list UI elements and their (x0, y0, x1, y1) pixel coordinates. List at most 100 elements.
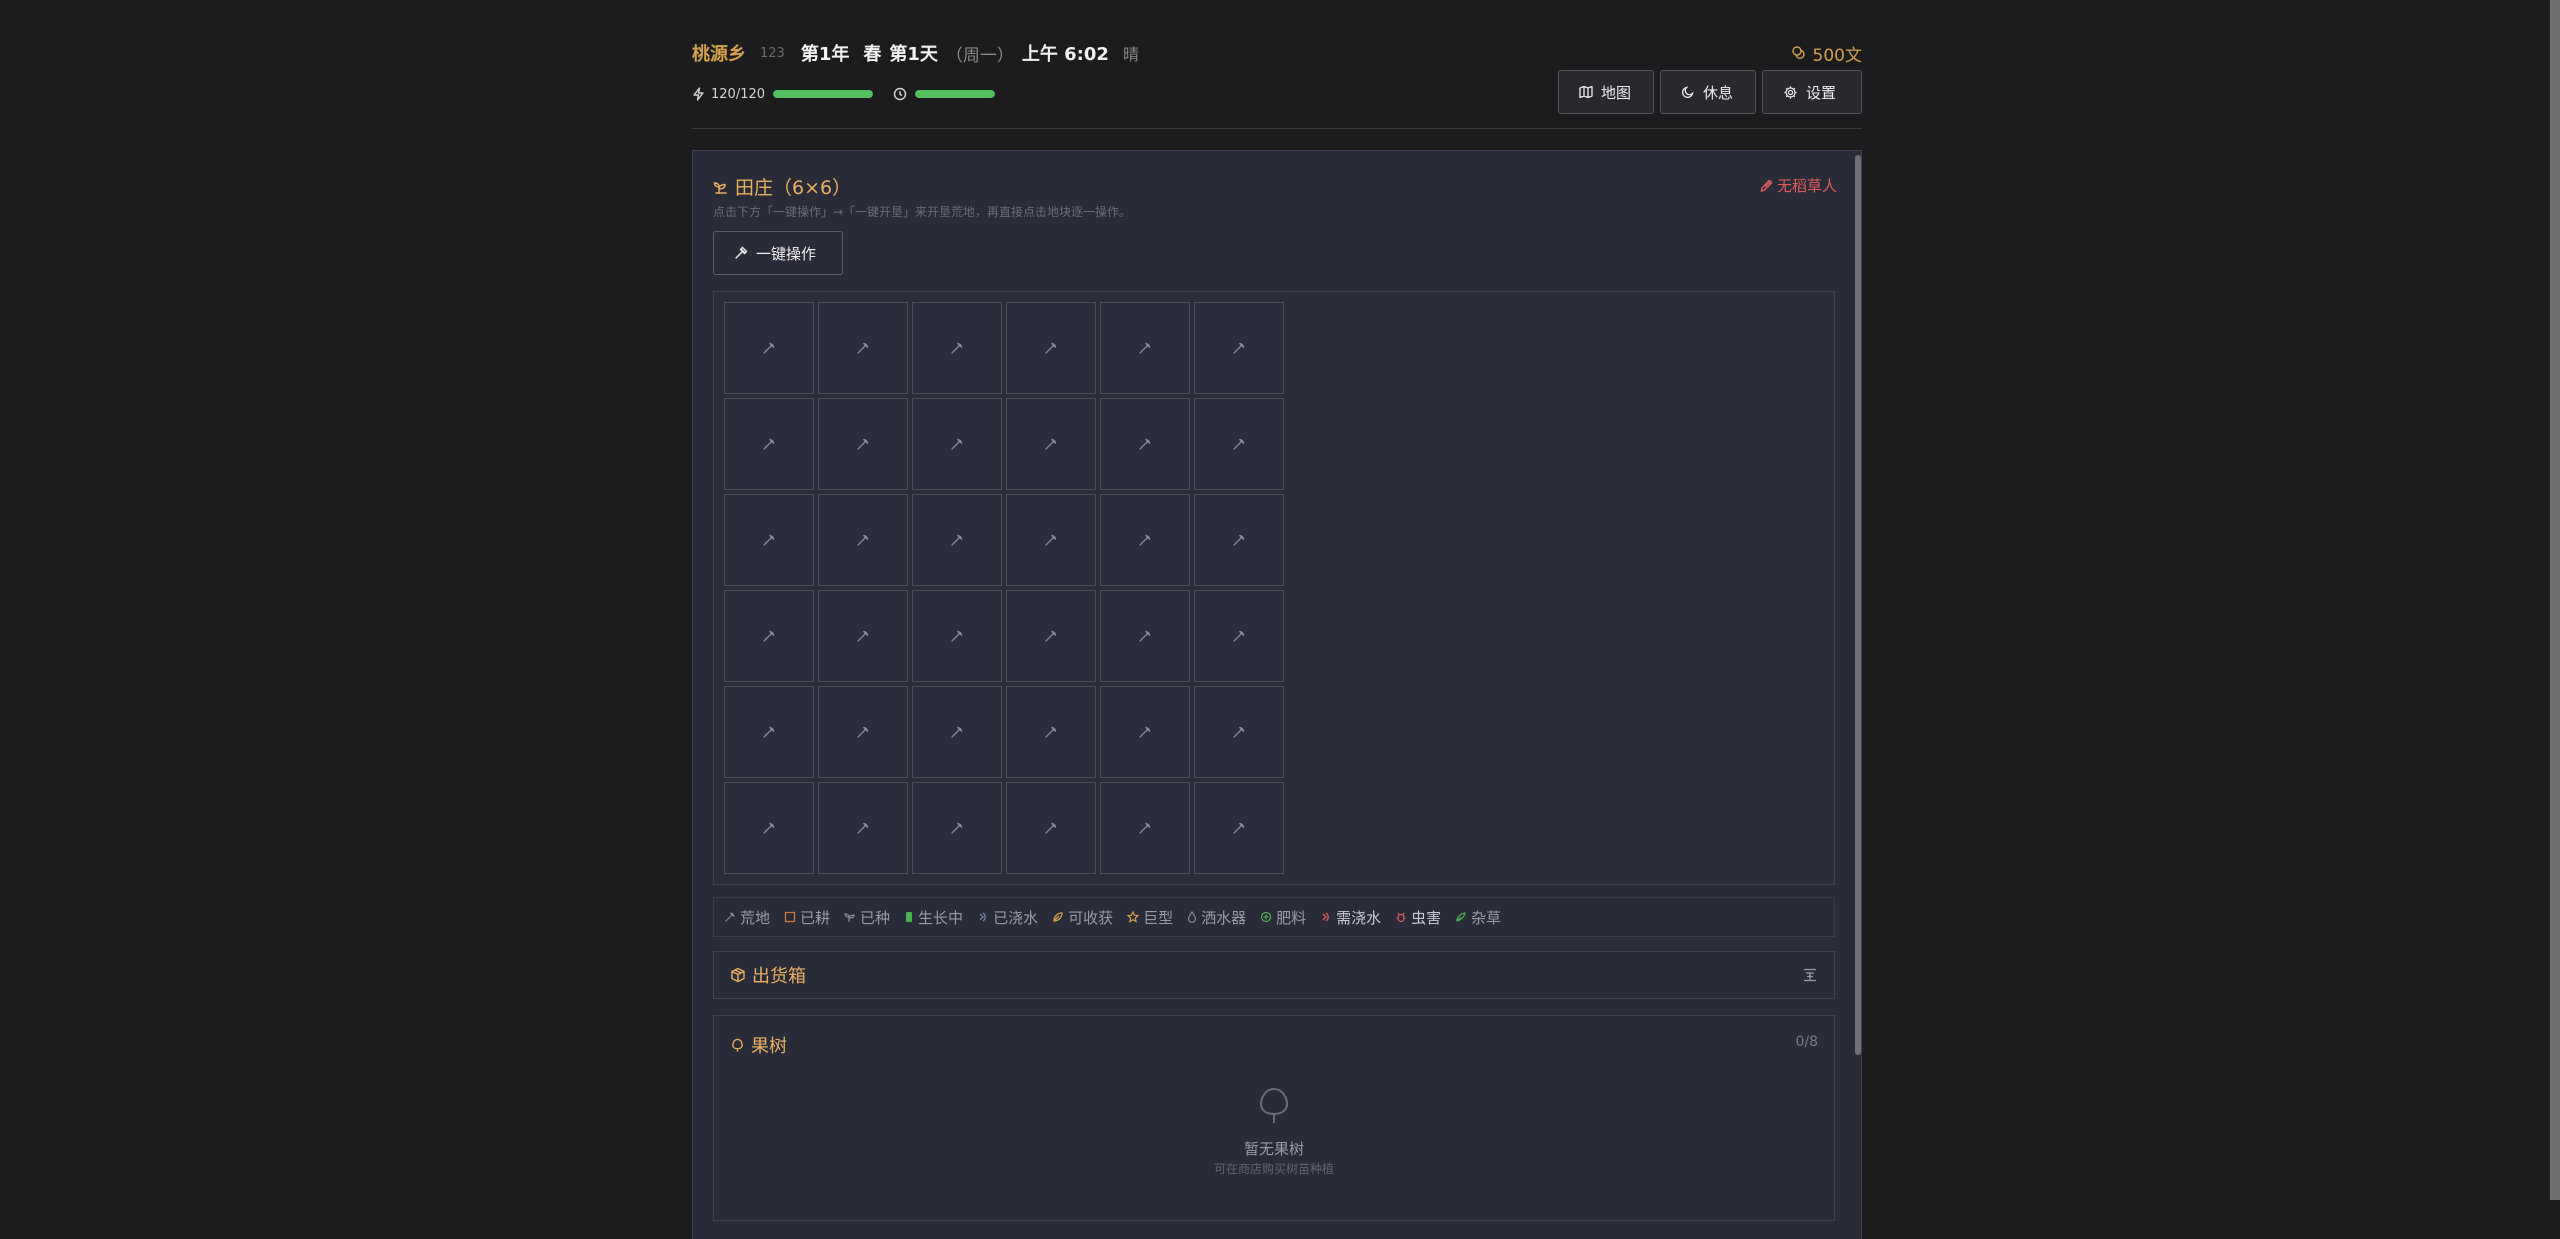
hoe-icon (762, 533, 776, 547)
farm-plot[interactable] (1006, 494, 1096, 586)
page-scrollbar[interactable] (2550, 0, 2560, 1200)
farm-plot[interactable] (724, 590, 814, 682)
settings-button-label: 设置 (1806, 83, 1837, 102)
hoe-icon (950, 533, 964, 547)
growing-icon (904, 911, 914, 923)
fruit-trees-count: 0/8 (1795, 1034, 1818, 1050)
farm-plot[interactable] (818, 686, 908, 778)
farm-plot[interactable] (818, 398, 908, 490)
year-label: 第1年 (800, 44, 850, 65)
hoe-icon (1138, 533, 1152, 547)
hoe-icon (1044, 629, 1058, 643)
hoe-icon (950, 821, 964, 835)
farm-plot[interactable] (724, 782, 814, 874)
farm-plot[interactable] (912, 398, 1002, 490)
legend-label: 需浇水 (1336, 908, 1382, 927)
farm-plot[interactable] (912, 302, 1002, 394)
rest-button[interactable]: 休息 (1660, 70, 1756, 114)
energy-bar (773, 90, 874, 98)
legend-item: 荒地 (724, 907, 770, 928)
hoe-icon (1044, 533, 1058, 547)
farm-plot[interactable] (1006, 590, 1096, 682)
fruit-trees-section: 果树 0/8 暂无果树 可在商店购买树苗种植 (713, 1015, 1835, 1221)
tree-empty-icon (1255, 1086, 1293, 1126)
hoe-icon (1232, 629, 1246, 643)
farm-plot[interactable] (818, 782, 908, 874)
legend-item: 杂草 (1455, 907, 1501, 928)
farm-hint: 点击下方「一键操作」→「一键开垦」来开垦荒地，再直接点击地块逐一操作。 (713, 205, 1132, 219)
legend-label: 洒水器 (1201, 908, 1247, 927)
legend-label: 虫害 (1411, 908, 1442, 927)
farm-plot[interactable] (1194, 782, 1284, 874)
farm-plot[interactable] (1100, 590, 1190, 682)
energy-value: 120/120 (711, 86, 766, 102)
legend-item: 虫害 (1395, 907, 1441, 928)
one-click-action-button[interactable]: 一键操作 (713, 231, 843, 275)
scarecrow-warning-text: 无稻草人 (1776, 177, 1837, 195)
farm-plot[interactable] (1006, 686, 1096, 778)
warning-tag-icon (1759, 179, 1773, 193)
weekday-label: （周一） (945, 45, 1014, 66)
settings-button[interactable]: 设置 (1762, 70, 1862, 114)
hoe-icon (762, 821, 776, 835)
farm-plot[interactable] (724, 398, 814, 490)
farm-plot[interactable] (1006, 302, 1096, 394)
farm-plot[interactable] (818, 494, 908, 586)
legend-label: 已耕 (800, 908, 831, 927)
scarecrow-warning: 无稻草人 (1759, 175, 1837, 196)
farm-plot[interactable] (1100, 686, 1190, 778)
farm-plot[interactable] (1194, 686, 1284, 778)
map-button[interactable]: 地图 (1558, 70, 1654, 114)
farm-plot[interactable] (1100, 494, 1190, 586)
farm-plot[interactable] (1006, 398, 1096, 490)
header-divider (692, 128, 1862, 129)
hoe-icon (1138, 821, 1152, 835)
star-icon (1127, 911, 1140, 923)
tilled-square-icon (784, 911, 796, 923)
hoe-icon (1044, 437, 1058, 451)
farm-plot[interactable] (1194, 302, 1284, 394)
farm-plot[interactable] (818, 590, 908, 682)
hoe-icon (724, 911, 736, 923)
time-label: 上午 6:02 (1021, 44, 1109, 65)
harvest-icon (1052, 911, 1064, 923)
header-actions: 地图 休息 设置 (1558, 70, 1862, 114)
panel-scrollbar[interactable] (1855, 155, 1861, 1055)
shipping-box-title: 出货箱 (730, 962, 806, 988)
farm-plot[interactable] (912, 494, 1002, 586)
legend-item: 已耕 (784, 907, 830, 928)
season-label: 春 (863, 44, 882, 65)
farm-plot[interactable] (818, 302, 908, 394)
hoe-icon (762, 629, 776, 643)
one-click-action-label: 一键操作 (756, 244, 817, 263)
farm-plot[interactable] (1006, 782, 1096, 874)
farm-plot[interactable] (912, 590, 1002, 682)
farm-plot[interactable] (1100, 302, 1190, 394)
farm-plot[interactable] (1194, 398, 1284, 490)
hoe-icon (1138, 341, 1152, 355)
farm-plot[interactable] (912, 686, 1002, 778)
farm-grid-area (713, 291, 1835, 885)
farm-plot[interactable] (1194, 590, 1284, 682)
farm-plot[interactable] (1100, 782, 1190, 874)
farm-plot[interactable] (724, 686, 814, 778)
farm-plot[interactable] (1100, 398, 1190, 490)
farm-plot[interactable] (912, 782, 1002, 874)
weed-icon (1455, 911, 1467, 923)
hammer-icon (734, 246, 748, 260)
fruit-trees-empty-hint: 可在商店购买树苗种植 (1213, 1162, 1334, 1176)
coin-icon (1791, 45, 1807, 61)
farm-title-text: 田庄（6×6） (735, 177, 852, 199)
legend-label: 可收获 (1068, 908, 1114, 927)
farm-plot[interactable] (1194, 494, 1284, 586)
farm-panel: 田庄（6×6） 无稻草人 点击下方「一键操作」→「一键开垦」来开垦荒地，再直接点… (692, 150, 1862, 1239)
legend-item: 已浇水 (977, 907, 1038, 928)
farm-plot[interactable] (724, 494, 814, 586)
expand-toggle-icon[interactable] (1802, 968, 1818, 982)
status-line: 桃源乡 123 第1年 春 第1天 （周一） 上午 6:02 晴 (692, 40, 1139, 66)
farm-title: 田庄（6×6） (713, 173, 851, 200)
shipping-box[interactable]: 出货箱 (713, 951, 1835, 999)
map-icon (1579, 85, 1593, 99)
farm-plot[interactable] (724, 302, 814, 394)
hoe-icon (1232, 821, 1246, 835)
